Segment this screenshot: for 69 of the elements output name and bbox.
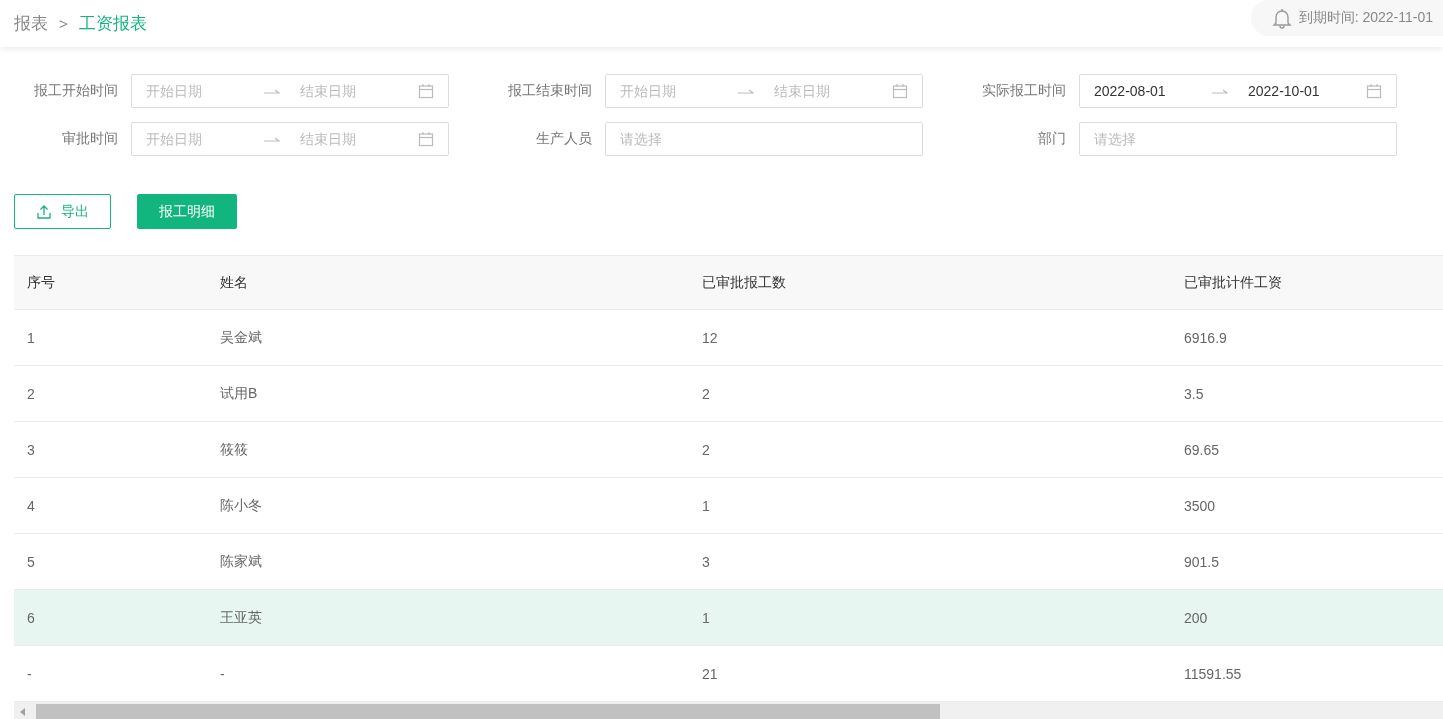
breadcrumb-separator: > xyxy=(59,15,68,32)
table-cell-text: 试用B xyxy=(219,384,259,403)
horizontal-scrollbar[interactable] xyxy=(14,702,1443,719)
filter-label: 部门 xyxy=(1037,130,1066,148)
table-cell-text: 王亚英 xyxy=(219,608,263,627)
date-range-field[interactable]: 开始日期 结束日期 xyxy=(131,74,449,108)
table-cell-text: 2 xyxy=(26,385,36,402)
scroll-left-icon[interactable] xyxy=(20,707,26,716)
date-range-field[interactable]: 开始日期 结束日期 xyxy=(605,74,923,108)
start-date-input[interactable]: 开始日期 xyxy=(146,131,264,147)
filter-label: 报工开始时间 xyxy=(33,82,118,100)
table-cell-text: 陈小冬 xyxy=(219,496,263,515)
table-cell-text: 筱筱 xyxy=(219,440,249,459)
date-range-field[interactable]: 2022-08-01 2022-10-01 xyxy=(1079,74,1397,108)
filter-label: 审批时间 xyxy=(61,130,118,148)
filter-label: 报工结束时间 xyxy=(507,82,592,100)
table-cell-text: 1 xyxy=(701,609,711,626)
table-cell-text: 陈家斌 xyxy=(219,552,263,571)
table-cell-text: 5 xyxy=(26,553,36,570)
table-cell-text: 3.5 xyxy=(1183,385,1205,402)
table-row[interactable]: 6 王亚英 1 200 xyxy=(14,590,1443,646)
table-cell-text: 2 xyxy=(701,385,711,402)
calendar-icon[interactable] xyxy=(1366,83,1382,99)
end-date-input[interactable]: 2022-10-01 xyxy=(1248,83,1366,99)
upload-icon xyxy=(36,204,51,219)
total-cell-text: 11591.55 xyxy=(1183,665,1243,682)
calendar-icon[interactable] xyxy=(418,83,434,99)
start-date-input[interactable]: 2022-08-01 xyxy=(1094,83,1212,99)
select-field[interactable]: 请选择 xyxy=(1079,122,1397,156)
select-field[interactable]: 请选择 xyxy=(605,122,923,156)
scrollbar-thumb[interactable] xyxy=(36,704,940,719)
calendar-icon[interactable] xyxy=(892,83,908,99)
table-cell-text: 吴金斌 xyxy=(219,328,263,347)
column-header: 已审批报工数 xyxy=(701,273,787,292)
table-row[interactable]: 4 陈小冬 1 3500 xyxy=(14,478,1443,534)
table-row[interactable]: 2 试用B 2 3.5 xyxy=(14,366,1443,422)
expiry-text: 到期时间: 2022-11-01 xyxy=(1298,9,1433,27)
filter-label: 实际报工时间 xyxy=(981,82,1066,100)
table-cell-text: 1 xyxy=(26,329,36,346)
bell-icon xyxy=(1270,7,1293,29)
table-cell-text: 12 xyxy=(701,329,719,346)
table-cell-text: 901.5 xyxy=(1183,553,1221,570)
table-cell-text: 6916.9 xyxy=(1183,329,1228,346)
calendar-icon[interactable] xyxy=(418,131,434,147)
table-cell-text: 3 xyxy=(701,553,711,570)
table-row[interactable]: 3 筱筱 2 69.65 xyxy=(14,422,1443,478)
date-range-field[interactable]: 开始日期 结束日期 xyxy=(131,122,449,156)
start-date-input[interactable]: 开始日期 xyxy=(620,83,738,99)
end-date-input[interactable]: 结束日期 xyxy=(300,83,418,99)
table-cell-text: 69.65 xyxy=(1183,441,1221,458)
column-header: 序号 xyxy=(26,273,56,292)
column-header: 姓名 xyxy=(219,273,249,292)
start-date-input[interactable]: 开始日期 xyxy=(146,83,264,99)
table-cell-text: 3500 xyxy=(1183,497,1217,514)
end-date-input[interactable]: 结束日期 xyxy=(300,131,418,147)
total-cell-text: - xyxy=(219,665,226,682)
table-cell-text: 4 xyxy=(26,497,36,514)
filter-label: 生产人员 xyxy=(535,130,592,148)
table-cell-text: 6 xyxy=(26,609,36,626)
breadcrumb-link[interactable]: 报表 xyxy=(14,12,48,35)
table-cell-text: 3 xyxy=(26,441,36,458)
total-cell-text: 21 xyxy=(701,665,719,682)
table-cell-text: 200 xyxy=(1183,609,1209,626)
total-cell-text: - xyxy=(26,665,33,682)
table-row[interactable]: 1 吴金斌 12 6916.9 xyxy=(14,310,1443,366)
column-header: 已审批计件工资 xyxy=(1183,273,1283,292)
table-cell-text: 1 xyxy=(701,497,711,514)
end-date-input[interactable]: 结束日期 xyxy=(774,83,892,99)
table-cell-text: 2 xyxy=(701,441,711,458)
